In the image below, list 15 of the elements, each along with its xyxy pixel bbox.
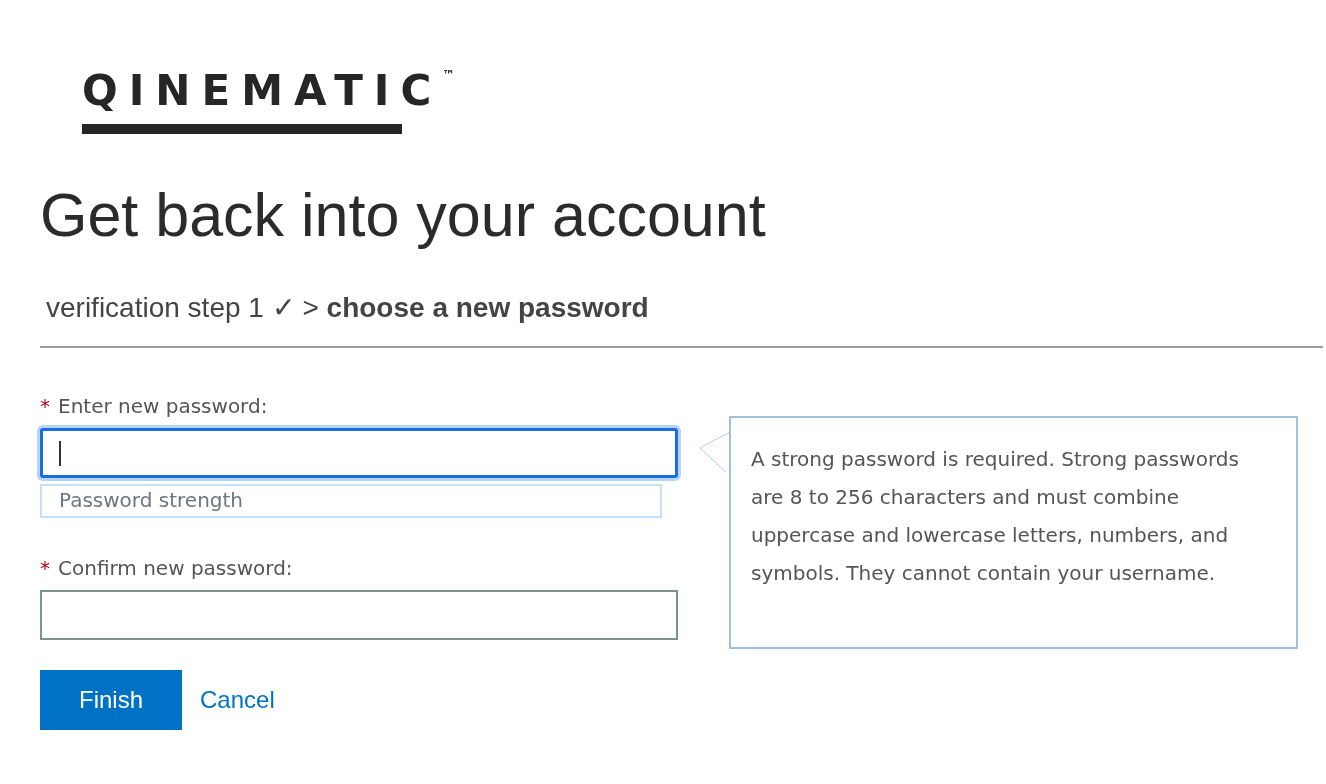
help-callout: A strong password is required. Strong passwords are 8 to 256 characters and must combine uppercase and lowercase letters, numbers, and symbols. They cannot contain your username. (729, 416, 1298, 649)
password-field[interactable] (40, 428, 678, 478)
required-asterisk: * (40, 555, 50, 582)
logo-text: QINEMATIC$^{™}$ (82, 65, 455, 114)
field-label: Confirm new password: (58, 555, 293, 582)
required-asterisk: * (40, 393, 50, 420)
password-strength-meter: Password strength (40, 484, 662, 518)
cancel-link[interactable]: Cancel (200, 686, 275, 714)
breadcrumb: verification step 1 ✓ > choose a new password (46, 291, 650, 325)
text-cursor-icon (59, 441, 61, 466)
password-field[interactable] (40, 590, 678, 640)
finish-button[interactable]: Finish (40, 670, 182, 730)
callout-pointer (700, 432, 730, 472)
field-label: Enter new password: (58, 393, 268, 420)
page-heading: Get back into your account (40, 180, 767, 250)
